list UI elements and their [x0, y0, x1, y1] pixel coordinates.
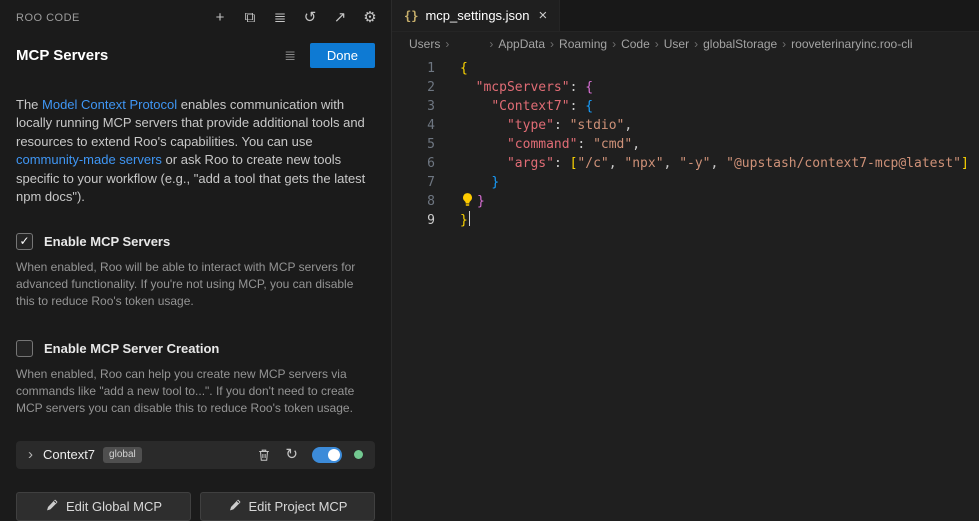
history-icon[interactable]: ↺: [301, 9, 319, 27]
tab-close-icon[interactable]: ×: [539, 9, 548, 22]
intro-link[interactable]: community-made servers: [16, 152, 162, 167]
chevron-right-icon[interactable]: ›: [28, 446, 33, 463]
line-number: 5: [392, 135, 435, 154]
line-content: "type": "stdio",: [460, 116, 632, 135]
mcp-server-row[interactable]: › Context7 global ↻: [16, 441, 375, 469]
editor-tab-bar: {} mcp_settings.json ×: [392, 0, 979, 32]
plus-icon[interactable]: +: [211, 9, 229, 27]
edit-project-mcp-label: Edit Project MCP: [249, 499, 348, 514]
line-number: 2: [392, 78, 435, 97]
delete-server-button[interactable]: [257, 448, 271, 462]
roo-code-sidebar: ROO CODE + ⧉ ≣ ↺ ↗ ⚙ MCP Servers ≣ Done The M…: [0, 0, 391, 521]
server-scope-badge: global: [103, 447, 142, 463]
enable-mcp-servers-description: When enabled, Roo will be able to intera…: [16, 259, 375, 310]
line-content: {: [460, 59, 468, 78]
line-number: 9: [392, 211, 435, 230]
open-external-icon[interactable]: ↗: [331, 9, 349, 27]
pencil-edit-icon: [45, 499, 58, 512]
edit-project-mcp-button[interactable]: Edit Project MCP: [200, 492, 375, 521]
edit-global-mcp-button[interactable]: Edit Global MCP: [16, 492, 191, 521]
settings-gear-icon[interactable]: ⚙: [361, 9, 379, 27]
code-line[interactable]: 3 "Context7": {: [392, 97, 979, 116]
intro-text-segment: The: [16, 97, 42, 112]
line-number: 4: [392, 116, 435, 135]
tab-mcp-settings-json[interactable]: {} mcp_settings.json ×: [392, 0, 560, 31]
breadcrumb-separator: ›: [782, 37, 786, 51]
brand-label: ROO CODE: [16, 12, 80, 24]
delete-trash-icon[interactable]: [257, 448, 271, 462]
breadcrumb-item[interactable]: rooveterinaryinc.roo-cli: [791, 37, 912, 51]
new-window-icon[interactable]: ⧉: [241, 9, 259, 27]
line-number: 3: [392, 97, 435, 116]
server-enabled-toggle[interactable]: [312, 447, 342, 463]
code-line[interactable]: 8 }: [392, 192, 979, 211]
breadcrumb-separator: ›: [655, 37, 659, 51]
sidebar-toolbar: + ⧉ ≣ ↺ ↗ ⚙: [211, 9, 379, 27]
server-status-dot: [354, 450, 363, 459]
code-line[interactable]: 9}: [392, 211, 979, 230]
enable-mcp-servers-setting: ✓ Enable MCP Servers When enabled, Roo w…: [0, 233, 391, 310]
breadcrumb-separator: ›: [550, 37, 554, 51]
text-cursor: [469, 211, 471, 226]
breadcrumb-separator: ›: [694, 37, 698, 51]
breadcrumb-item[interactable]: AppData: [498, 37, 545, 51]
enable-mcp-creation-checkbox[interactable]: [16, 340, 33, 357]
lightbulb-icon[interactable]: [460, 192, 475, 207]
json-file-icon: {}: [404, 9, 418, 23]
mcp-intro-text: The Model Context Protocol enables commu…: [0, 68, 391, 207]
breadcrumb: Users › › AppData › Roaming › Code › User › globalS…: [392, 32, 979, 56]
enable-mcp-creation-description: When enabled, Roo can help you create ne…: [16, 366, 375, 417]
mcp-title-row: MCP Servers ≣ Done: [0, 27, 391, 68]
line-content: "command": "cmd",: [460, 135, 640, 154]
sidebar-header: ROO CODE + ⧉ ≣ ↺ ↗ ⚙: [0, 0, 391, 27]
server-name: Context7: [43, 447, 95, 462]
pencil-edit-icon: [228, 499, 241, 512]
page-title: MCP Servers: [16, 47, 284, 64]
line-number: 1: [392, 59, 435, 78]
mcp-servers-icon[interactable]: ≣: [271, 9, 289, 27]
enable-mcp-servers-checkbox[interactable]: ✓: [16, 233, 33, 250]
breadcrumb-separator: ›: [612, 37, 616, 51]
breadcrumb-separator: ›: [489, 37, 493, 51]
code-line[interactable]: 1{: [392, 59, 979, 78]
code-line[interactable]: 7 }: [392, 173, 979, 192]
server-stack-icon[interactable]: ≣: [284, 47, 296, 64]
editor-pane: {} mcp_settings.json × Users › › AppData › Ro…: [391, 0, 979, 521]
tab-label: mcp_settings.json: [425, 8, 529, 23]
enable-mcp-creation-setting: Enable MCP Server Creation When enabled,…: [0, 340, 391, 417]
line-number: 8: [392, 192, 435, 211]
code-line[interactable]: 2 "mcpServers": {: [392, 78, 979, 97]
code-line[interactable]: 6 "args": ["/c", "npx", "-y", "@upstash/…: [392, 154, 979, 173]
breadcrumb-item[interactable]: Code: [621, 37, 650, 51]
code-editor[interactable]: 1{2 "mcpServers": {3 "Context7": {4 "typ…: [392, 56, 979, 521]
code-line[interactable]: 4 "type": "stdio",: [392, 116, 979, 135]
breadcrumb-separator: ›: [445, 37, 449, 51]
line-content: }: [460, 173, 499, 192]
line-content: "Context7": {: [460, 97, 593, 116]
breadcrumb-item[interactable]: Users: [409, 37, 440, 51]
restart-server-button[interactable]: ↻: [285, 448, 298, 462]
line-number: 7: [392, 173, 435, 192]
edit-buttons-row: Edit Global MCP Edit Project MCP: [16, 492, 375, 521]
done-button[interactable]: Done: [310, 43, 375, 68]
line-number: 6: [392, 154, 435, 173]
edit-global-mcp-label: Edit Global MCP: [66, 499, 162, 514]
breadcrumb-item[interactable]: User: [664, 37, 689, 51]
line-content: "mcpServers": {: [460, 78, 593, 97]
enable-mcp-creation-label: Enable MCP Server Creation: [44, 341, 219, 356]
enable-mcp-servers-label: Enable MCP Servers: [44, 234, 170, 249]
code-line[interactable]: 5 "command": "cmd",: [392, 135, 979, 154]
breadcrumb-item[interactable]: Roaming: [559, 37, 607, 51]
line-content: }: [460, 211, 470, 230]
pencil-edit-icon: [45, 499, 58, 515]
pencil-edit-icon: [228, 499, 241, 515]
intro-link[interactable]: Model Context Protocol: [42, 97, 177, 112]
line-content: "args": ["/c", "npx", "-y", "@upstash/co…: [460, 154, 969, 173]
breadcrumb-item[interactable]: globalStorage: [703, 37, 777, 51]
line-content: }: [460, 192, 485, 211]
